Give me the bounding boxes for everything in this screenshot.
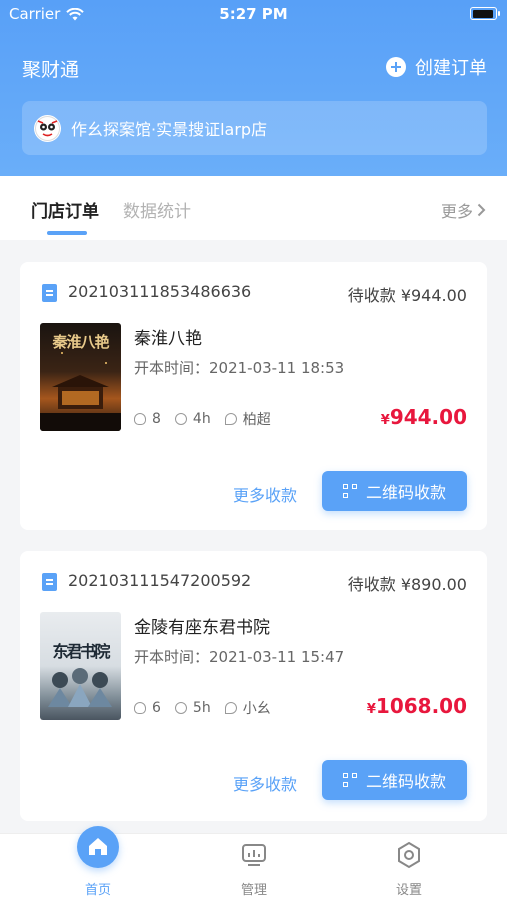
order-number: 202103111547200592	[68, 571, 252, 590]
price-value: 944.00	[389, 405, 467, 429]
header: Carrier 5:27 PM 聚财通 创建订单 作幺探案馆·实景搜证larp店	[0, 0, 507, 176]
game-title: 金陵有座东君书院	[134, 618, 270, 638]
player-count: 6	[152, 700, 161, 716]
app-title: 聚财通	[22, 59, 80, 81]
pending-amount: 待收款 ¥944.00	[347, 286, 467, 305]
order-price: ¥1068.00	[367, 694, 467, 718]
host-icon	[224, 702, 237, 714]
manage-icon	[242, 844, 266, 866]
qr-payment-label: 二维码收款	[365, 483, 446, 502]
tab-data-stats[interactable]: 数据统计	[123, 197, 191, 222]
order-tabs: 门店订单 数据统计 更多	[0, 176, 507, 240]
poster-title: 秦淮八艳	[52, 333, 109, 351]
clock: 5:27 PM	[219, 5, 288, 23]
tab-store-orders[interactable]: 门店订单	[31, 197, 99, 222]
plus-circle-icon	[386, 57, 406, 77]
host-name: 柏超	[242, 412, 271, 428]
qr-payment-button[interactable]: 二维码收款	[322, 471, 467, 511]
tabbar-label-manage: 管理	[240, 883, 267, 898]
game-title: 秦淮八艳	[134, 329, 202, 349]
order-card[interactable]: 202103111853486636 待收款 ¥944.00 秦淮八艳 秦淮八艳…	[20, 262, 487, 530]
bottom-tab-bar: 首页 管理 设置	[0, 826, 507, 900]
more-link[interactable]: 更多	[441, 198, 486, 222]
currency-symbol: ¥	[366, 702, 376, 717]
more-payment-button[interactable]: 更多收款	[233, 482, 297, 506]
tabbar-item-manage[interactable]: 管理	[204, 834, 304, 900]
start-time: 开本时间：2021-03-11 15:47	[134, 648, 345, 666]
battery-icon	[470, 7, 500, 20]
qr-payment-label: 二维码收款	[365, 772, 446, 791]
tabbar-label-settings: 设置	[395, 883, 422, 898]
start-time: 开本时间：2021-03-11 18:53	[134, 359, 345, 377]
qr-payment-button[interactable]: 二维码收款	[322, 760, 467, 800]
player-count: 8	[152, 411, 161, 427]
tabbar-label-home: 首页	[84, 883, 111, 898]
pending-amount: 待收款 ¥890.00	[347, 575, 467, 594]
price-value: 1068.00	[375, 694, 467, 718]
order-card[interactable]: 202103111547200592 待收款 ¥890.00 东君书院 金陵有座…	[20, 551, 487, 821]
store-selector[interactable]: 作幺探案馆·实景搜证larp店	[22, 101, 487, 155]
order-document-icon	[42, 573, 57, 591]
chevron-right-icon	[477, 203, 486, 217]
order-price: ¥944.00	[381, 405, 467, 429]
clock-icon	[174, 413, 187, 425]
poster-title: 东君书院	[52, 642, 110, 661]
tabbar-item-home[interactable]: 首页	[48, 826, 148, 900]
duration: 5h	[192, 700, 211, 716]
clock-icon	[174, 702, 187, 714]
store-name: 作幺探案馆·实景搜证larp店	[71, 120, 268, 139]
order-number: 202103111853486636	[68, 282, 252, 301]
qr-code-icon	[342, 773, 357, 787]
active-tab-indicator	[47, 231, 87, 235]
tabbar-item-settings[interactable]: 设置	[359, 834, 459, 900]
more-payment-button[interactable]: 更多收款	[233, 771, 297, 795]
status-bar: Carrier 5:27 PM	[0, 0, 507, 30]
person-icon	[134, 702, 146, 714]
currency-symbol: ¥	[380, 413, 390, 428]
game-poster: 秦淮八艳	[40, 323, 121, 431]
qr-code-icon	[342, 484, 357, 498]
order-meta: 8 4h 柏超	[134, 409, 271, 429]
person-icon	[134, 413, 146, 425]
host-name: 小幺	[242, 701, 271, 717]
order-document-icon	[42, 284, 57, 302]
order-meta: 6 5h 小幺	[134, 698, 271, 718]
duration: 4h	[192, 411, 211, 427]
settings-icon	[398, 841, 420, 869]
more-label: 更多	[440, 202, 473, 221]
home-icon	[77, 826, 119, 868]
create-order-label: 创建订单	[415, 58, 487, 79]
game-poster: 东君书院	[40, 612, 121, 720]
store-logo-icon	[34, 114, 61, 142]
create-order-button[interactable]: 创建订单	[386, 54, 487, 80]
host-icon	[224, 413, 237, 425]
